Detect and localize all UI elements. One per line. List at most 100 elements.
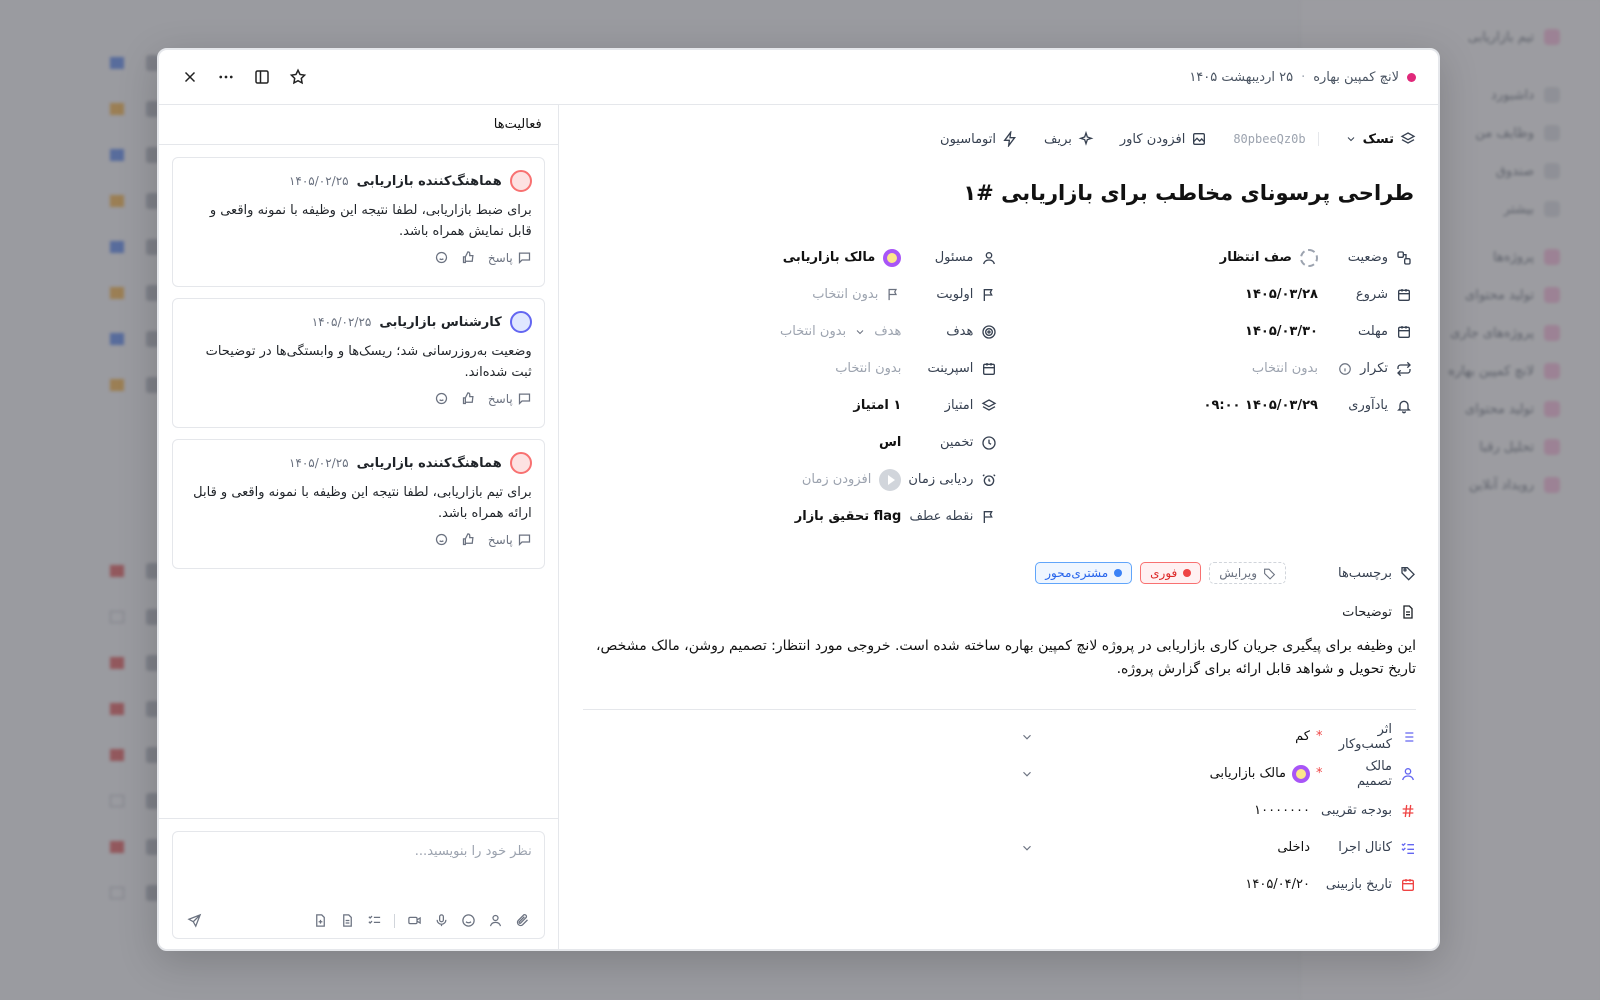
tags-row: برچسب‌ها ویرایش فوری مشتری‌محور [583, 557, 1416, 589]
reply-icon [518, 534, 530, 547]
property-status[interactable]: وضعیت صف انتظار [997, 239, 1412, 276]
emoji-icon[interactable] [461, 913, 476, 928]
brief-label: بریف [1044, 131, 1072, 147]
property-reminder[interactable]: یادآوری ۱۴۰۵/۰۳/۲۹ ۰۹:۰۰ [997, 387, 1412, 424]
reply-button[interactable]: پاسخ [488, 532, 532, 547]
breadcrumb-project[interactable]: لانچ کمپین بهاره [1313, 70, 1399, 85]
edit-tags-label: ویرایش [1219, 566, 1257, 580]
automation-label: اتوماسیون [940, 131, 996, 147]
property-repeat[interactable]: تکرار بدون انتخاب [997, 350, 1412, 387]
description-header: توضیحات [583, 599, 1416, 625]
avatar[interactable] [509, 170, 532, 192]
assignee-label: مسئول [934, 250, 974, 265]
activity-author[interactable]: هماهنگ‌کننده بازاریابی [357, 456, 502, 471]
description-text[interactable]: این وظیفه برای پیگیری جریان کاری بازاریا… [583, 635, 1416, 681]
task-type-selector[interactable]: تسک [1345, 131, 1416, 147]
sprint-label: اسپرینت [927, 361, 974, 376]
task-properties: وضعیت صف انتظار شروع ۱۴۰۵/۰۳/۲۸ مهلت ۱۴۰… [583, 239, 1416, 535]
property-milestone[interactable]: نقطه عطف flag تحقیق بازار [583, 498, 998, 535]
info-icon[interactable] [1338, 362, 1352, 376]
tag-icon [1264, 568, 1276, 580]
estimate-value: اس [878, 435, 902, 450]
activity-author[interactable]: هماهنگ‌کننده بازاریابی [357, 174, 502, 189]
composer-toolbar [187, 913, 530, 928]
goal-prefix: هدف [874, 324, 902, 339]
chevron-down-icon [1023, 771, 1031, 777]
thumbs-up-icon[interactable] [461, 391, 476, 406]
user-icon [983, 251, 996, 264]
add-cover-button[interactable]: افزودن کاور [1120, 131, 1207, 147]
thumbs-up-icon[interactable] [461, 532, 476, 547]
custom-field-label: مالک تصمیم [1357, 758, 1392, 789]
edit-tags-button[interactable]: ویرایش [1209, 562, 1286, 584]
document-icon[interactable] [340, 913, 355, 928]
custom-field-channel[interactable]: کانال اجرا داخلی [583, 829, 1416, 866]
custom-field-budget[interactable]: بودجه تقریبی ۱۰۰۰۰۰۰۰ [583, 792, 1416, 829]
avatar[interactable] [509, 311, 532, 333]
automation-button[interactable]: اتوماسیون [940, 131, 1018, 147]
custom-field-review-date[interactable]: تاریخ بازبینی ۱۴۰۵/۰۴/۲۰ [583, 866, 1416, 903]
avatar[interactable] [509, 452, 532, 474]
close-icon[interactable] [181, 68, 199, 86]
start-label: شروع [1355, 287, 1388, 302]
property-start[interactable]: شروع ۱۴۰۵/۰۳/۲۸ [997, 276, 1412, 313]
tag-urgent[interactable]: فوری [1140, 562, 1202, 584]
emoji-add-icon[interactable] [434, 532, 449, 547]
reply-button[interactable]: پاسخ [488, 250, 532, 265]
thumbs-up-icon[interactable] [461, 250, 476, 265]
attachment-icon[interactable] [515, 913, 530, 928]
custom-field-value: کم [1295, 729, 1310, 744]
activity-item: هماهنگ‌کننده بازاریابی ۱۴۰۵/۰۲/۲۵ برای ض… [172, 157, 545, 287]
calendar-icon [1398, 288, 1410, 301]
activity-text: برای تیم بازاریابی، لطفا نتیجه این وظیفه… [193, 485, 532, 521]
property-points[interactable]: امتیاز ۱ امتیاز [583, 387, 998, 424]
chevron-down-icon [1023, 734, 1031, 740]
emoji-add-icon[interactable] [434, 250, 449, 265]
activity-item: کارشناس بازاریابی ۱۴۰۵/۰۲/۲۵ وضعیت به‌رو… [172, 298, 545, 428]
checklist-icon[interactable] [367, 913, 382, 928]
play-icon[interactable] [879, 468, 902, 491]
property-goal[interactable]: هدف هدف بدون انتخاب [583, 313, 998, 350]
brief-button[interactable]: بریف [1044, 131, 1094, 147]
tag-customer-centric[interactable]: مشتری‌محور [1035, 562, 1133, 584]
tag-label: فوری [1150, 566, 1178, 580]
file-plus-icon[interactable] [313, 913, 328, 928]
add-cover-label: افزودن کاور [1119, 131, 1186, 147]
activity-header: فعالیت‌ها [159, 105, 558, 145]
property-time-tracking[interactable]: ردیابی زمان افزودن زمان [583, 461, 998, 498]
modal-header: لانچ کمپین بهاره · ۲۵ اردیبهشت ۱۴۰۵ [159, 50, 1438, 105]
emoji-add-icon[interactable] [434, 391, 449, 406]
comment-composer[interactable]: نظر خود را بنویسید... [172, 831, 545, 939]
comment-input[interactable]: نظر خود را بنویسید... [185, 844, 532, 859]
milestone-label: نقطه عطف [909, 509, 974, 524]
microphone-icon[interactable] [434, 913, 449, 928]
star-icon[interactable] [289, 68, 307, 86]
custom-field-decision-owner[interactable]: مالک تصمیم * مالک بازاریابی [583, 755, 1416, 792]
more-icon[interactable] [217, 68, 235, 86]
activity-date: ۱۴۰۵/۰۲/۲۵ [288, 174, 349, 188]
video-icon[interactable] [407, 913, 422, 928]
status-label: وضعیت [1347, 250, 1388, 265]
custom-field-value: ۱۴۰۵/۰۴/۲۰ [1245, 877, 1310, 892]
property-priority[interactable]: اولویت بدون انتخاب [583, 276, 998, 313]
reply-button[interactable]: پاسخ [488, 391, 532, 406]
task-id[interactable]: 80pbeeQz0b [1233, 132, 1319, 146]
points-label: امتیاز [944, 398, 974, 413]
property-due[interactable]: مهلت ۱۴۰۵/۰۳/۳۰ [997, 313, 1412, 350]
property-assignee[interactable]: مسئول مالک بازاریابی [583, 239, 998, 276]
property-sprint[interactable]: اسپرینت بدون انتخاب [583, 350, 998, 387]
mention-user-icon[interactable] [488, 913, 503, 928]
task-title[interactable]: طراحی پرسونای مخاطب برای بازاریابی #۱ [583, 181, 1416, 205]
send-icon[interactable] [187, 913, 202, 928]
property-estimate[interactable]: تخمین اس [583, 424, 998, 461]
repeat-icon [1397, 361, 1411, 376]
custom-field-value: مالک بازاریابی [1209, 766, 1286, 781]
toolbar-separator [393, 913, 395, 928]
custom-field-business-impact[interactable]: اثر کسب‌وکار * کم [583, 718, 1416, 755]
repeat-value: بدون انتخاب [1251, 361, 1318, 376]
activity-author[interactable]: کارشناس بازاریابی [379, 315, 501, 330]
activity-date: ۱۴۰۵/۰۲/۲۵ [311, 315, 372, 329]
sidebar-toggle-icon[interactable] [253, 68, 271, 86]
status-pending-icon [1300, 248, 1318, 267]
calendar-icon [1402, 878, 1414, 891]
